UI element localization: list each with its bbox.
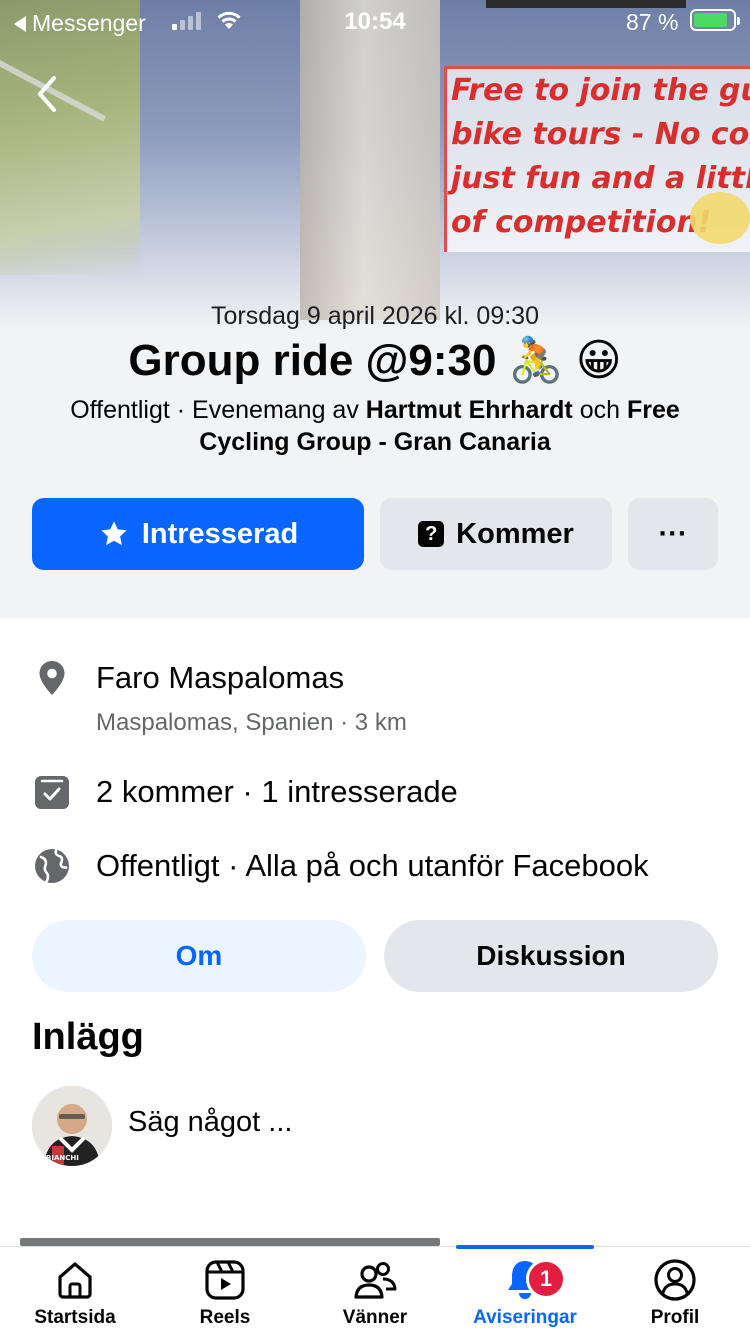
question-icon: ? <box>418 521 445 547</box>
location-name[interactable]: Faro Maspalomas <box>96 660 344 696</box>
event-title: Group ride @9:30 🚴 😀 <box>128 336 622 385</box>
interested-label: Intresserad <box>141 517 299 550</box>
tab-notifications[interactable]: Aviseringar <box>450 1257 600 1333</box>
calendar-check-icon <box>35 776 69 809</box>
globe-icon <box>35 849 69 884</box>
home-icon <box>58 1262 92 1299</box>
location-pin-icon <box>39 661 65 695</box>
event-hosts: Offentligt · Evenemang av Hartmut Ehrhar… <box>30 394 720 458</box>
posts-heading: Inlägg <box>32 1016 144 1058</box>
tab-about[interactable]: Om <box>32 920 366 992</box>
coming-label: Kommer <box>456 517 574 550</box>
more-icon: ··· <box>658 517 688 550</box>
tab-discussion[interactable]: Diskussion <box>384 920 718 992</box>
attendance-summary[interactable]: 2 kommer · 1 intresserade <box>96 774 458 810</box>
event-and-text: och <box>572 396 627 424</box>
tab-profile[interactable]: Profil <box>600 1257 750 1333</box>
cover-photo: Free to join the guid bike tours - No co… <box>0 0 750 330</box>
avatar[interactable]: BIANCHI <box>32 1086 112 1166</box>
notification-badge: 1 <box>526 1259 566 1299</box>
tab-home-label: Startsida <box>34 1307 116 1328</box>
avatar-photo: BIANCHI <box>32 1086 112 1166</box>
friends-icon <box>354 1262 397 1299</box>
tab-home[interactable]: Startsida <box>0 1257 150 1333</box>
coming-button[interactable]: ? Kommer <box>380 498 612 570</box>
profile-icon <box>654 1259 696 1301</box>
visibility-info: Offentligt · Alla på och utanför Faceboo… <box>96 848 649 883</box>
post-composer[interactable]: Säg något ... <box>128 1106 292 1139</box>
location-subtitle: Maspalomas, Spanien · 3 km <box>96 709 407 736</box>
tab-profile-label: Profil <box>650 1307 700 1328</box>
event-date: Torsdag 9 april 2026 kl. 09:30 <box>211 302 539 330</box>
tab-reels[interactable]: Reels <box>150 1257 300 1333</box>
tab-friends[interactable]: Vänner <box>300 1257 450 1333</box>
reels-icon <box>205 1260 245 1300</box>
event-privacy: Offentligt <box>70 396 170 424</box>
active-tab-indicator <box>456 1245 594 1249</box>
status-bar: Messenger 10:54 87 % <box>0 0 750 44</box>
tab-notifications-label: Aviseringar <box>473 1307 577 1328</box>
bottom-tab-bar: Startsida Reels Vänner Aviseringar Profi… <box>0 1245 750 1334</box>
cover-banner-line: Free to join the guid <box>451 73 750 108</box>
event-header: Free to join the guid bike tours - No co… <box>0 0 750 618</box>
cover-photo-lighthouse <box>300 0 440 320</box>
interested-button[interactable]: Intresserad <box>32 498 364 570</box>
star-icon <box>101 521 127 546</box>
back-chevron-icon[interactable] <box>34 74 62 114</box>
smiley-icon <box>690 192 750 244</box>
event-by-text: · Evenemang av <box>169 396 366 424</box>
battery-percent: 87 % <box>626 9 679 35</box>
host-link[interactable]: Hartmut Ehrhardt <box>366 396 573 424</box>
tab-friends-label: Vänner <box>342 1307 408 1328</box>
tab-reels-label: Reels <box>199 1307 251 1328</box>
partial-section-heading <box>20 1238 450 1246</box>
avatar-jersey-text: BIANCHI <box>46 1154 79 1162</box>
battery-icon <box>690 9 740 31</box>
cover-banner-line: bike tours - No cost, <box>451 117 750 152</box>
more-options-button[interactable]: ··· <box>628 498 718 570</box>
